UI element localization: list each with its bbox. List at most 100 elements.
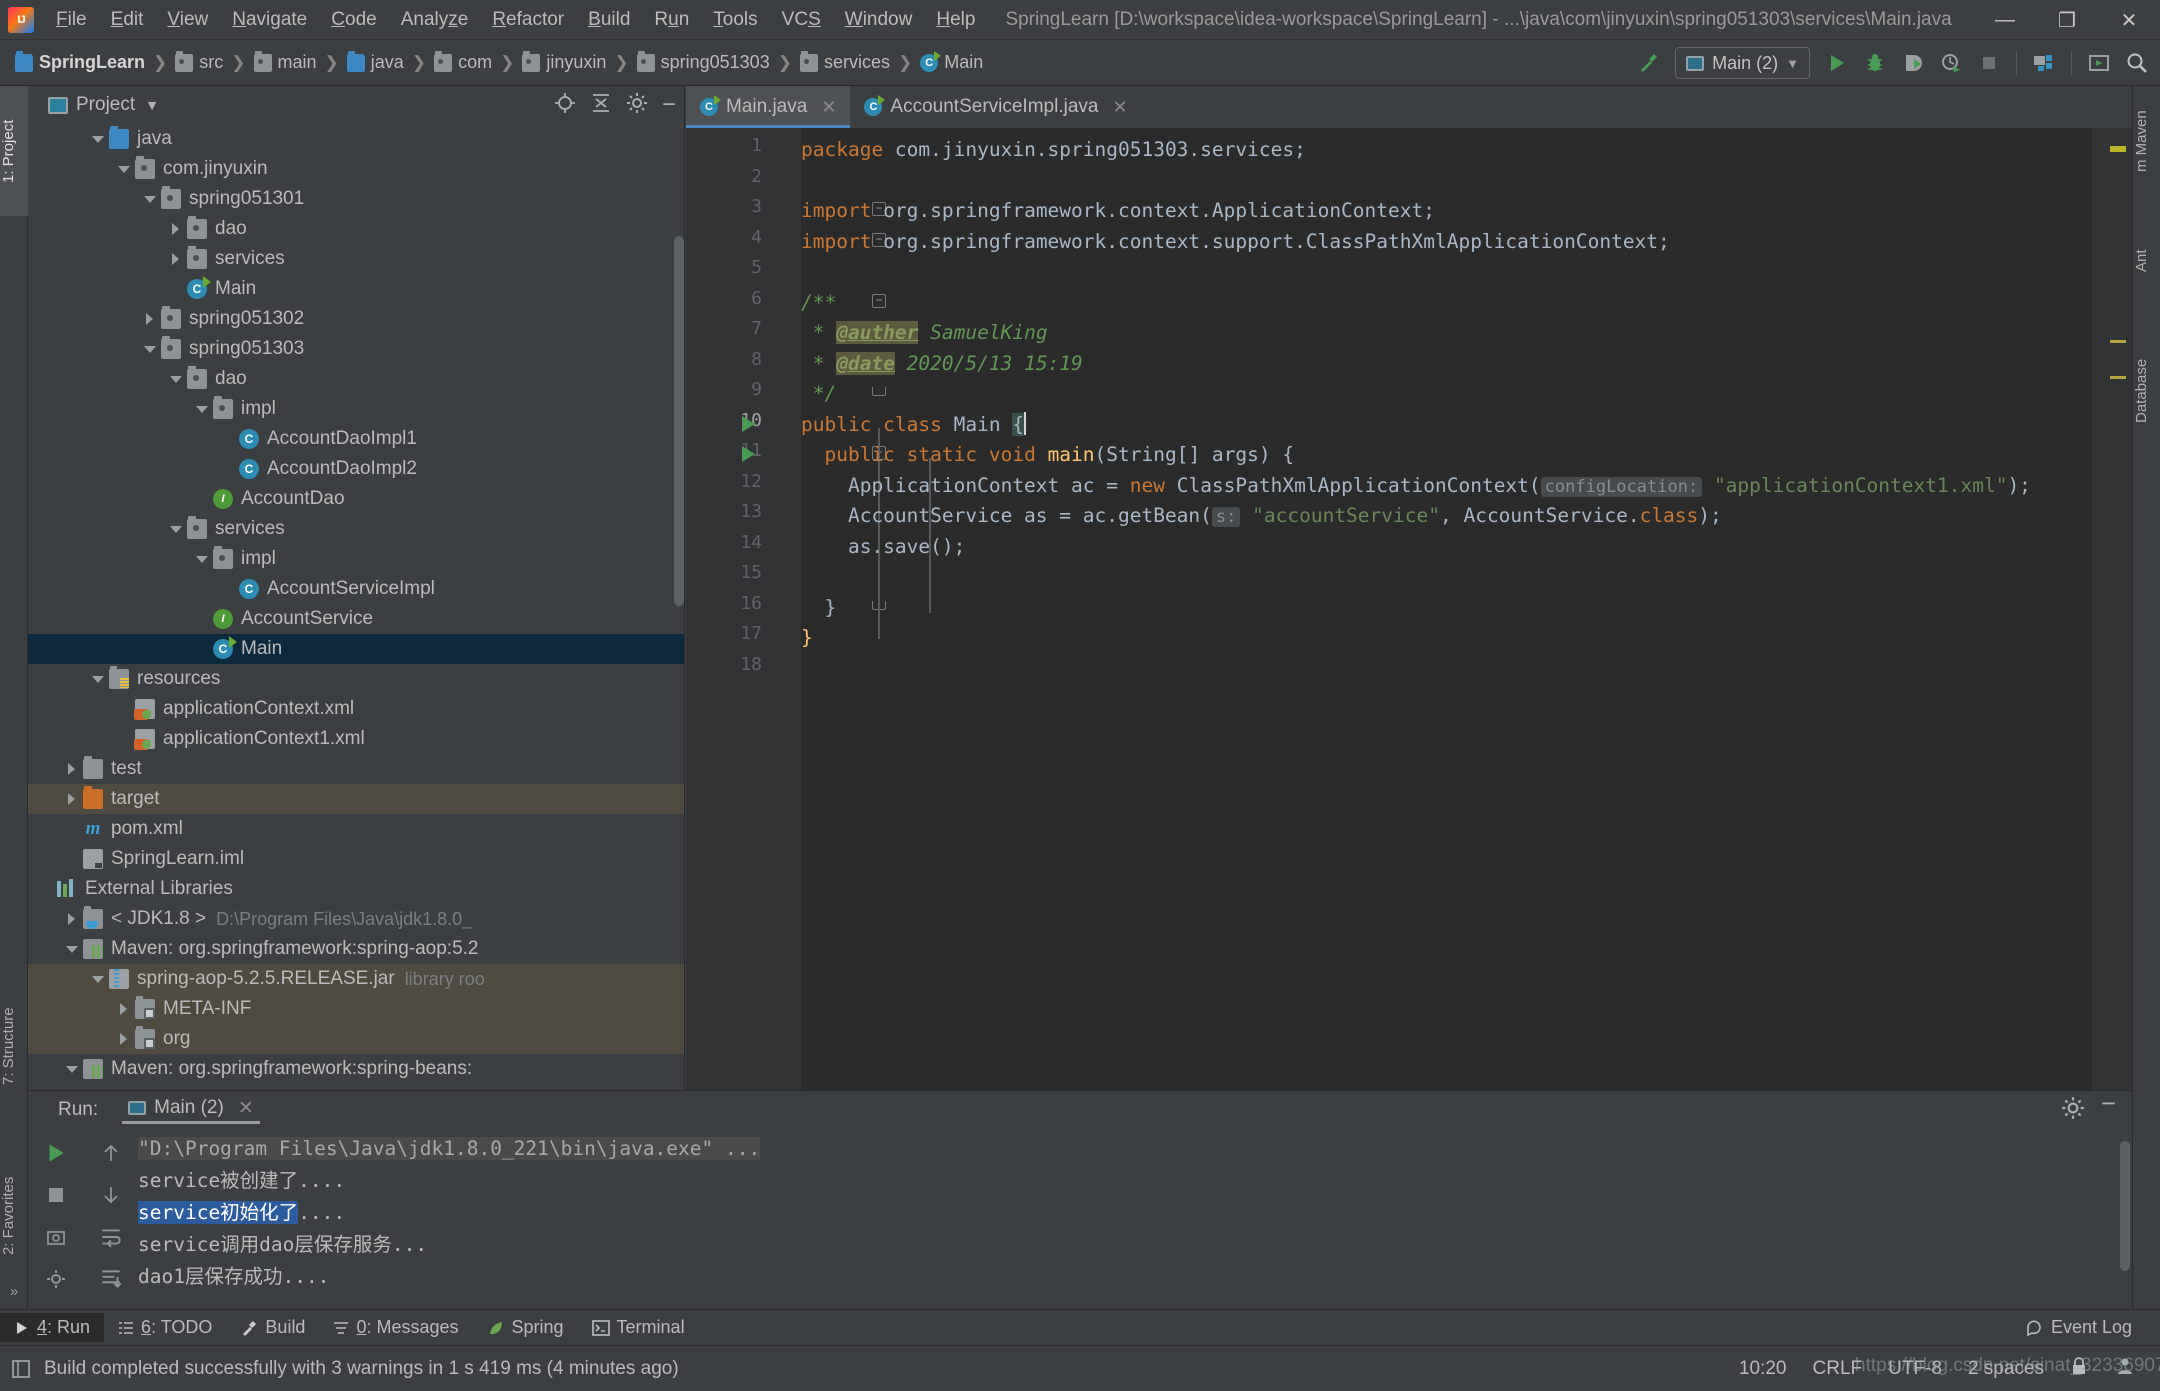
stop-icon[interactable] [42,1181,70,1209]
project-structure-button[interactable] [2027,46,2061,80]
tab-main-java[interactable]: C Main.java ✕ [686,86,851,128]
collapse-all-icon[interactable] [590,92,612,119]
down-icon[interactable] [97,1181,125,1209]
breadcrumb-main[interactable]: main [251,50,320,75]
chevron-down-icon[interactable] [142,341,158,357]
menu-help[interactable]: Help [924,5,987,35]
bottom-tab-spring[interactable]: Spring [473,1313,578,1342]
tree-node-dao[interactable]: dao [28,214,684,244]
code-folding-gutter[interactable]: −−−− [776,128,886,1127]
updates-button[interactable] [2082,46,2116,80]
menu-tools[interactable]: Tools [701,5,769,35]
vcs-icon[interactable] [2114,1356,2136,1382]
scroll-to-end-icon[interactable] [97,1265,125,1293]
lock-icon[interactable] [2070,1356,2088,1382]
chevron-down-icon[interactable] [142,191,158,207]
tree-node-java[interactable]: java [28,124,684,154]
event-log-button[interactable]: Event Log [2012,1313,2146,1342]
breadcrumb-java[interactable]: java [344,50,407,75]
breadcrumb-spring051303[interactable]: spring051303 [634,50,773,75]
close-button[interactable]: ✕ [2098,0,2160,40]
menu-view[interactable]: View [155,5,220,35]
menu-refactor[interactable]: Refactor [480,5,576,35]
tree-node-springlearn-iml[interactable]: SpringLearn.iml [28,844,684,874]
tree-node-jdk1-8[interactable]: < JDK1.8 > D:\Program Files\Java\jdk1.8.0… [28,904,684,934]
chevron-down-icon[interactable] [116,161,132,177]
status-message[interactable]: Build completed successfully with 3 warn… [44,1358,679,1380]
hide-icon[interactable]: − [2101,1090,2116,1125]
source-code[interactable]: package com.jinyuxin.spring051303.servic… [801,128,2092,1127]
tree-node-spring051302[interactable]: spring051302 [28,304,684,334]
breadcrumb-com[interactable]: com [431,50,495,75]
search-everywhere-icon[interactable] [2120,46,2154,80]
chevron-right-icon[interactable] [116,1001,132,1017]
breadcrumb-services[interactable]: services [797,50,893,75]
minimize-button[interactable]: — [1974,0,2036,40]
hide-icon[interactable]: − [662,93,676,117]
profiler-button[interactable] [1934,46,1968,80]
error-stripe-gutter[interactable] [2092,128,2132,1127]
breadcrumb-jinyuxin[interactable]: jinyuxin [519,50,609,75]
chevron-right-icon[interactable] [64,791,80,807]
tree-node-meta-inf[interactable]: META-INF [28,994,684,1024]
tree-node-services[interactable]: services [28,514,684,544]
chevron-down-icon[interactable] [194,401,210,417]
rerun-icon[interactable] [42,1139,70,1167]
status-indent[interactable]: 2 spaces [1968,1358,2044,1380]
tree-node-com-jinyuxin[interactable]: com.jinyuxin [28,154,684,184]
menu-analyze[interactable]: Analyze [389,5,481,35]
bottom-tab-terminal[interactable]: Terminal [578,1313,699,1342]
scroll-from-source-icon[interactable] [554,92,576,119]
console-scrollbar[interactable] [2120,1141,2130,1271]
tree-node-impl[interactable]: impl [28,394,684,424]
up-icon[interactable] [97,1139,125,1167]
chevron-right-icon[interactable] [142,311,158,327]
chevron-right-icon[interactable] [64,911,80,927]
breadcrumb-springlearn[interactable]: SpringLearn [12,50,148,75]
status-encoding[interactable]: UTF-8 [1888,1358,1942,1380]
screenshot-icon[interactable] [42,1223,70,1251]
expand-tool-windows-icon[interactable]: » [0,1283,28,1300]
tree-node-org[interactable]: org [28,1024,684,1054]
menu-window[interactable]: Window [833,5,925,35]
sidebar-item-favorites[interactable]: 2: Favorites [0,1131,28,1301]
menu-build[interactable]: Build [576,5,642,35]
breadcrumb-src[interactable]: src [172,50,226,75]
breadcrumb-main-class[interactable]: C Main [917,50,986,75]
tree-node-applicationcontext1-xml[interactable]: applicationContext1.xml [28,724,684,754]
run-with-coverage-button[interactable] [1896,46,1930,80]
project-tree[interactable]: java com.jinyuxin spring051301 dao services C… [28,124,684,1127]
bottom-tab-messages[interactable]: 0: Messages [319,1313,472,1342]
chevron-down-icon[interactable] [194,551,210,567]
chevron-right-icon[interactable] [168,221,184,237]
menu-code[interactable]: Code [319,5,388,35]
tree-node-spring051301[interactable]: spring051301 [28,184,684,214]
maximize-button[interactable]: ❐ [2036,0,2098,40]
tree-node-main[interactable]: C Main [28,274,684,304]
stop-button[interactable] [1972,46,2006,80]
stripe-marker-warning[interactable] [2110,146,2126,152]
tree-node-target[interactable]: target [28,784,684,814]
code-editor[interactable]: 123456789101112131415161718 −−−− package… [686,128,2132,1127]
tree-node-accountservice[interactable]: I AccountService [28,604,684,634]
tree-node-dao[interactable]: dao [28,364,684,394]
tree-node-maven-org-springframework-spring-aop-5-2[interactable]: Maven: org.springframework:spring-aop:5.… [28,934,684,964]
chevron-down-icon[interactable] [168,371,184,387]
tree-node-maven-org-springframework-spring-beans[interactable]: Maven: org.springframework:spring-beans: [28,1054,684,1084]
sidebar-item-project[interactable]: 1: Project [0,86,28,216]
status-line-separator[interactable]: CRLF [1813,1358,1863,1380]
sidebar-item-structure[interactable]: 7: Structure [0,966,28,1126]
tree-node-resources[interactable]: resources [28,664,684,694]
chevron-down-icon[interactable] [64,941,80,957]
chevron-right-icon[interactable] [116,1031,132,1047]
run-gutter-icon[interactable] [742,446,755,462]
close-icon[interactable]: ✕ [821,97,836,118]
build-button[interactable] [1631,46,1665,80]
debug-button[interactable] [1858,46,1892,80]
project-tree-scrollbar[interactable] [674,236,684,606]
tree-node-main[interactable]: C Main [28,634,684,664]
tree-node-accountdaoimpl1[interactable]: C AccountDaoImpl1 [28,424,684,454]
run-tab-main[interactable]: Main (2) ✕ [122,1097,260,1124]
menu-file[interactable]: File [44,5,99,35]
chevron-down-icon[interactable] [64,1061,80,1077]
